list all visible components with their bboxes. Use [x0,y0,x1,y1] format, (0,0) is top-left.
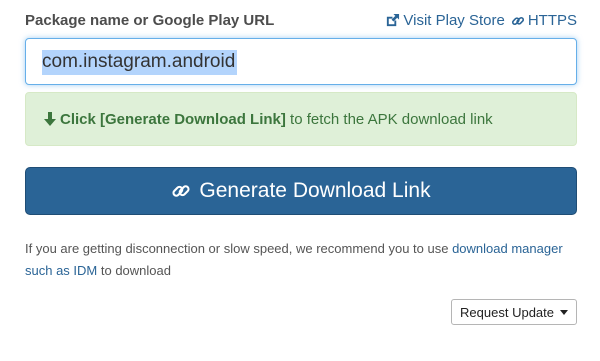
https-label: HTTPS [527,12,577,29]
https-link[interactable]: HTTPS [511,12,577,29]
link-icon [172,185,190,197]
hint-bold-text: Click [Generate Download Link] [60,110,286,128]
form-header: Package name or Google Play URL Visit Pl… [25,12,577,32]
external-link-icon [387,13,400,27]
caret-down-icon [560,309,568,315]
note-text-before: If you are getting disconnection or slow… [25,241,453,256]
package-input[interactable] [26,39,576,84]
request-update-button[interactable]: Request Update [451,299,577,325]
generate-download-link-button[interactable]: Generate Download Link [25,167,577,215]
request-update-label: Request Update [460,304,554,320]
arrow-down-icon [44,112,56,126]
generate-button-label: Generate Download Link [199,179,431,202]
visit-play-store-link[interactable]: Visit Play Store [385,12,505,29]
hint-text: to fetch the APK download link [285,110,493,128]
package-label: Package name or Google Play URL [25,12,275,29]
visit-play-store-label: Visit Play Store [403,12,505,29]
package-input-wrapper: com.instagram.android [25,38,577,85]
link-icon [511,16,524,25]
hint-alert: Click [Generate Download Link] to fetch … [25,92,577,146]
speed-note: If you are getting disconnection or slow… [25,238,577,282]
top-links: Visit Play Store HTTPS [385,12,577,29]
note-text-after: to download [97,263,171,278]
